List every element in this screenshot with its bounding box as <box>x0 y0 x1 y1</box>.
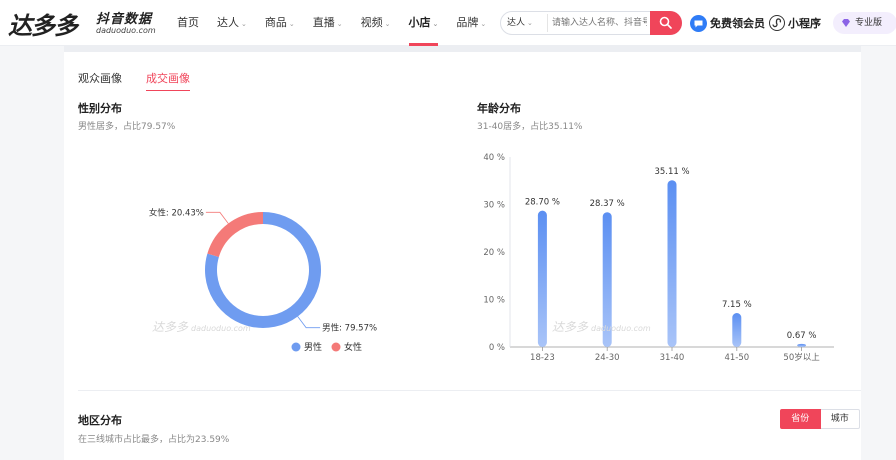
logo-text: 达多多 <box>8 11 78 40</box>
mini-program-link[interactable]: 小程序 <box>769 13 821 33</box>
region-title: 地区分布 <box>78 414 122 427</box>
watermark-text: 达多多 <box>152 320 189 334</box>
watermark: 达多多 daduoduo.com <box>152 318 251 335</box>
tab-deal-portrait[interactable]: 成交画像 <box>146 70 190 91</box>
legend-swatch <box>331 342 341 352</box>
watermark-url: daduoduo.com <box>191 324 251 333</box>
free-vip-label: 免费领会员 <box>710 17 765 30</box>
region-toggle: 省份 城市 <box>780 409 860 429</box>
bar-data-label: 35.11 % <box>654 167 689 177</box>
section-divider <box>78 390 861 391</box>
pie-label-line <box>297 316 321 329</box>
bar-data-label: 28.70 % <box>525 198 560 208</box>
nav-item[interactable]: 达人 ⌄ <box>208 0 256 46</box>
nav-item-label: 品牌 <box>456 16 479 29</box>
bar-data-label: 0.67 % <box>787 331 817 341</box>
nav-item-label: 直播 <box>312 16 335 29</box>
age-subtitle: 31-40居多，占比35.11% <box>477 122 583 132</box>
age-title: 年龄分布 <box>477 102 521 115</box>
chevron-down-icon: ⌄ <box>527 19 533 27</box>
nav-item-label: 视频 <box>360 16 383 29</box>
search-input[interactable] <box>547 14 647 32</box>
diamond-icon <box>842 19 850 27</box>
watermark-text: 达多多 <box>552 320 589 334</box>
bar-data-label: 28.37 % <box>590 199 625 209</box>
gender-pie-chart: 男性: 79.57% 女性: 20.43% 男性 女性 <box>149 207 377 353</box>
bar[interactable] <box>732 313 742 347</box>
mini-program-icon <box>769 15 785 31</box>
gender-subtitle: 男性居多，占比79.57% <box>78 122 176 132</box>
chevron-down-icon: ⌄ <box>384 20 391 28</box>
search-type-select[interactable]: 达人 ⌄ <box>507 12 545 34</box>
y-tick-label: 0 % <box>489 343 505 353</box>
nav-item[interactable]: 商品 ⌄ <box>256 0 304 46</box>
nav-item-label: 达人 <box>217 16 239 29</box>
bar-data-label: 7.15 % <box>722 300 752 310</box>
x-tick-label: 24-30 <box>595 353 620 363</box>
logo-url: daduoduo.com <box>96 26 156 35</box>
bar[interactable] <box>797 343 807 347</box>
top-navbar: 达多多 抖音数据 daduoduo.com 首页 达人 ⌄ 商品 ⌄ 直播 ⌄ 视频 ⌄ 小店 ⌄ 品… <box>0 0 896 46</box>
bar[interactable] <box>667 180 677 347</box>
nav-item[interactable]: 品牌 ⌄ <box>447 0 495 46</box>
main-nav: 首页 达人 ⌄ 商品 ⌄ 直播 ⌄ 视频 ⌄ 小店 ⌄ 品牌 ⌄ <box>168 0 495 46</box>
chat-bubble-icon <box>690 14 707 32</box>
legend-label: 女性 <box>344 341 362 353</box>
age-bar-chart: 0 % 10 % 20 % 30 % 40 % 28.70 % 18-23 28.37 % 24… <box>483 153 834 363</box>
nav-item-label: 小店 <box>408 16 431 29</box>
nav-item-label: 商品 <box>264 16 287 29</box>
chevron-down-icon: ⌄ <box>480 20 487 28</box>
chevron-down-icon: ⌄ <box>288 20 295 28</box>
toggle-city[interactable]: 城市 <box>820 409 860 429</box>
nav-item[interactable]: 小店 ⌄ <box>400 0 448 46</box>
bar[interactable] <box>537 210 547 347</box>
pro-version-label: 专业版 <box>855 18 883 28</box>
site-logo[interactable]: 达多多 抖音数据 daduoduo.com <box>8 6 158 40</box>
nav-item[interactable]: 视频 ⌄ <box>352 0 400 46</box>
pie-data-label: 女性: 20.43% <box>149 207 204 218</box>
search-button[interactable] <box>650 11 682 35</box>
x-tick-label: 50岁以上 <box>783 352 820 363</box>
x-tick-label: 31-40 <box>660 353 685 363</box>
nav-item[interactable]: 首页 <box>168 0 208 46</box>
nav-item[interactable]: 直播 ⌄ <box>304 0 352 46</box>
free-vip-link[interactable]: 免费领会员 <box>690 13 765 33</box>
mini-program-label: 小程序 <box>788 17 821 30</box>
region-subtitle: 在三线城市占比最多，占比为23.59% <box>78 435 230 445</box>
y-tick-label: 30 % <box>483 201 505 211</box>
chevron-down-icon: ⌄ <box>432 20 439 28</box>
legend-swatch <box>291 342 301 352</box>
search-type-label: 达人 <box>507 18 526 28</box>
tab-audience-portrait[interactable]: 观众画像 <box>78 70 122 86</box>
watermark-url: daduoduo.com <box>591 324 651 333</box>
pro-version-button[interactable]: 专业版 <box>833 12 896 34</box>
search-icon <box>659 16 672 29</box>
pie-data-label: 男性: 79.57% <box>322 323 377 334</box>
logo-subtitle: 抖音数据 <box>96 12 153 27</box>
x-tick-label: 41-50 <box>724 353 749 363</box>
search-box: 达人 ⌄ <box>500 11 682 35</box>
y-tick-label: 10 % <box>483 296 505 306</box>
legend-label: 男性 <box>304 341 322 353</box>
y-tick-label: 40 % <box>483 153 505 163</box>
chevron-down-icon: ⌄ <box>336 20 343 28</box>
watermark: 达多多 daduoduo.com <box>552 318 651 335</box>
portrait-card: 观众画像 成交画像 性别分布 男性居多，占比79.57% 年龄分布 31-40居… <box>64 52 861 460</box>
pie-label-line <box>205 211 229 224</box>
y-tick-label: 20 % <box>483 248 505 258</box>
chevron-down-icon: ⌄ <box>241 20 247 28</box>
nav-item-label: 首页 <box>177 16 199 29</box>
x-tick-label: 18-23 <box>530 353 555 363</box>
pie-slice[interactable] <box>207 212 264 258</box>
toggle-province[interactable]: 省份 <box>780 409 821 429</box>
gender-title: 性别分布 <box>78 102 122 115</box>
